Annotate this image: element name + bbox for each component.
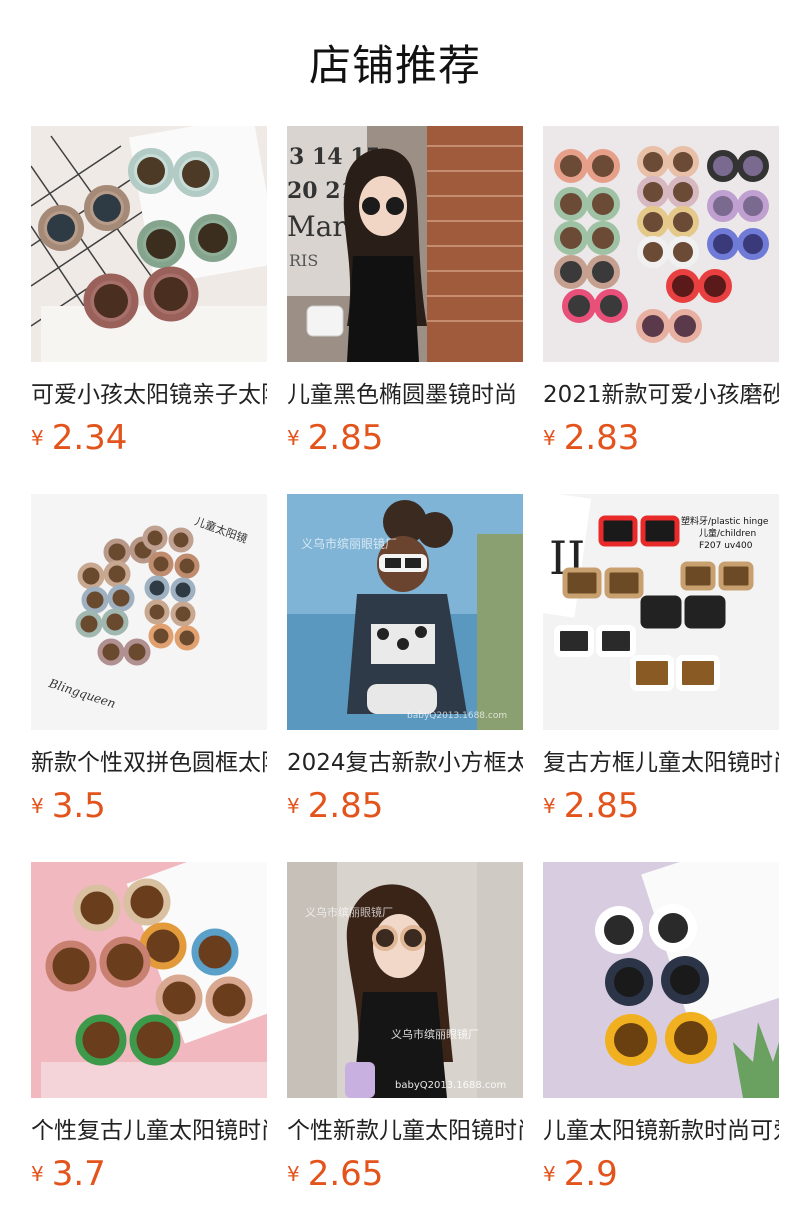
product-price: ¥3.7 <box>31 1152 106 1196</box>
product-image[interactable] <box>543 126 779 362</box>
currency-symbol: ¥ <box>543 794 556 818</box>
product-image[interactable] <box>31 126 267 362</box>
product-title[interactable]: 儿童太阳镜新款时尚可爱 <box>543 1114 779 1148</box>
product-price: ¥2.34 <box>31 416 127 460</box>
price-amount: 2.83 <box>563 418 640 458</box>
product-card[interactable]: 儿童太阳镜 Blingqueen 新款个性双拼色圆框太阳镜 ¥3.5 <box>31 494 267 862</box>
currency-symbol: ¥ <box>31 794 44 818</box>
currency-symbol: ¥ <box>287 794 300 818</box>
product-card[interactable]: 儿童太阳镜新款时尚可爱 ¥2.9 <box>543 862 779 1230</box>
label-text: 儿童/children <box>699 527 756 539</box>
product-grid: 可爱小孩太阳镜亲子太阳镜 ¥2.34 3 14 15 20 21 <box>31 126 790 1230</box>
product-card[interactable]: 3 14 15 20 21 Marg RIS 儿童黑色椭圆墨镜时尚 ¥2.85 <box>287 126 523 494</box>
label-text: 塑料牙/plastic hinge <box>681 515 769 527</box>
section-title: 店铺推荐 <box>308 41 481 90</box>
product-card[interactable]: 义乌市缤丽眼镜厂 babyQ2013.1688.com 2024复古新款小方框太… <box>287 494 523 862</box>
product-title[interactable]: 个性复古儿童太阳镜时尚 <box>31 1114 267 1148</box>
product-price: ¥2.85 <box>543 784 639 828</box>
currency-symbol: ¥ <box>287 1162 300 1186</box>
price-amount: 2.65 <box>307 1154 384 1194</box>
product-card[interactable]: 可爱小孩太阳镜亲子太阳镜 ¥2.34 <box>31 126 267 494</box>
product-price: ¥2.65 <box>287 1152 383 1196</box>
product-card[interactable]: 2021新款可爱小孩磨砂 ¥2.83 <box>543 126 779 494</box>
product-title[interactable]: 复古方框儿童太阳镜时尚 <box>543 746 779 780</box>
product-image[interactable] <box>31 862 267 1098</box>
backdrop-text: RIS <box>289 251 318 270</box>
currency-symbol: ¥ <box>543 426 556 450</box>
label-text: F207 uv400 <box>699 541 753 551</box>
product-price: ¥2.85 <box>287 784 383 828</box>
watermark-text: babyQ2013.1688.com <box>395 1080 506 1091</box>
watermark-text: 义乌市缤丽眼镜厂 <box>391 1027 479 1041</box>
currency-symbol: ¥ <box>287 426 300 450</box>
currency-symbol: ¥ <box>31 1162 44 1186</box>
product-card[interactable]: 个性复古儿童太阳镜时尚 ¥3.7 <box>31 862 267 1230</box>
product-image[interactable]: 义乌市缤丽眼镜厂 义乌市缤丽眼镜厂 babyQ2013.1688.com <box>287 862 523 1098</box>
product-image[interactable] <box>543 862 779 1098</box>
watermark-text: 义乌市缤丽眼镜厂 <box>301 536 397 551</box>
product-title[interactable]: 2021新款可爱小孩磨砂 <box>543 378 779 412</box>
price-amount: 3.5 <box>51 786 106 826</box>
product-title[interactable]: 2024复古新款小方框太阳镜 <box>287 746 523 780</box>
product-price: ¥3.5 <box>31 784 106 828</box>
product-price: ¥2.85 <box>287 416 383 460</box>
price-amount: 3.7 <box>51 1154 106 1194</box>
product-image[interactable]: 义乌市缤丽眼镜厂 babyQ2013.1688.com <box>287 494 523 730</box>
product-title[interactable]: 可爱小孩太阳镜亲子太阳镜 <box>31 378 267 412</box>
product-title[interactable]: 个性新款儿童太阳镜时尚 <box>287 1114 523 1148</box>
product-title[interactable]: 新款个性双拼色圆框太阳镜 <box>31 746 267 780</box>
product-price: ¥2.9 <box>543 1152 618 1196</box>
price-amount: 2.85 <box>307 418 384 458</box>
product-card[interactable]: II 塑料牙/plastic hinge 儿童/children F207 uv… <box>543 494 779 862</box>
currency-symbol: ¥ <box>31 426 44 450</box>
product-image[interactable]: 3 14 15 20 21 Marg RIS <box>287 126 523 362</box>
watermark-text: babyQ2013.1688.com <box>407 711 507 721</box>
product-title[interactable]: 儿童黑色椭圆墨镜时尚 <box>287 378 523 412</box>
product-image[interactable]: II 塑料牙/plastic hinge 儿童/children F207 uv… <box>543 494 779 730</box>
price-amount: 2.85 <box>307 786 384 826</box>
price-amount: 2.85 <box>563 786 640 826</box>
currency-symbol: ¥ <box>543 1162 556 1186</box>
price-amount: 2.9 <box>563 1154 618 1194</box>
price-amount: 2.34 <box>51 418 128 458</box>
product-card[interactable]: 义乌市缤丽眼镜厂 义乌市缤丽眼镜厂 babyQ2013.1688.com 个性新… <box>287 862 523 1230</box>
product-image[interactable]: 儿童太阳镜 Blingqueen <box>31 494 267 730</box>
product-price: ¥2.83 <box>543 416 639 460</box>
watermark-text: 义乌市缤丽眼镜厂 <box>305 905 393 919</box>
